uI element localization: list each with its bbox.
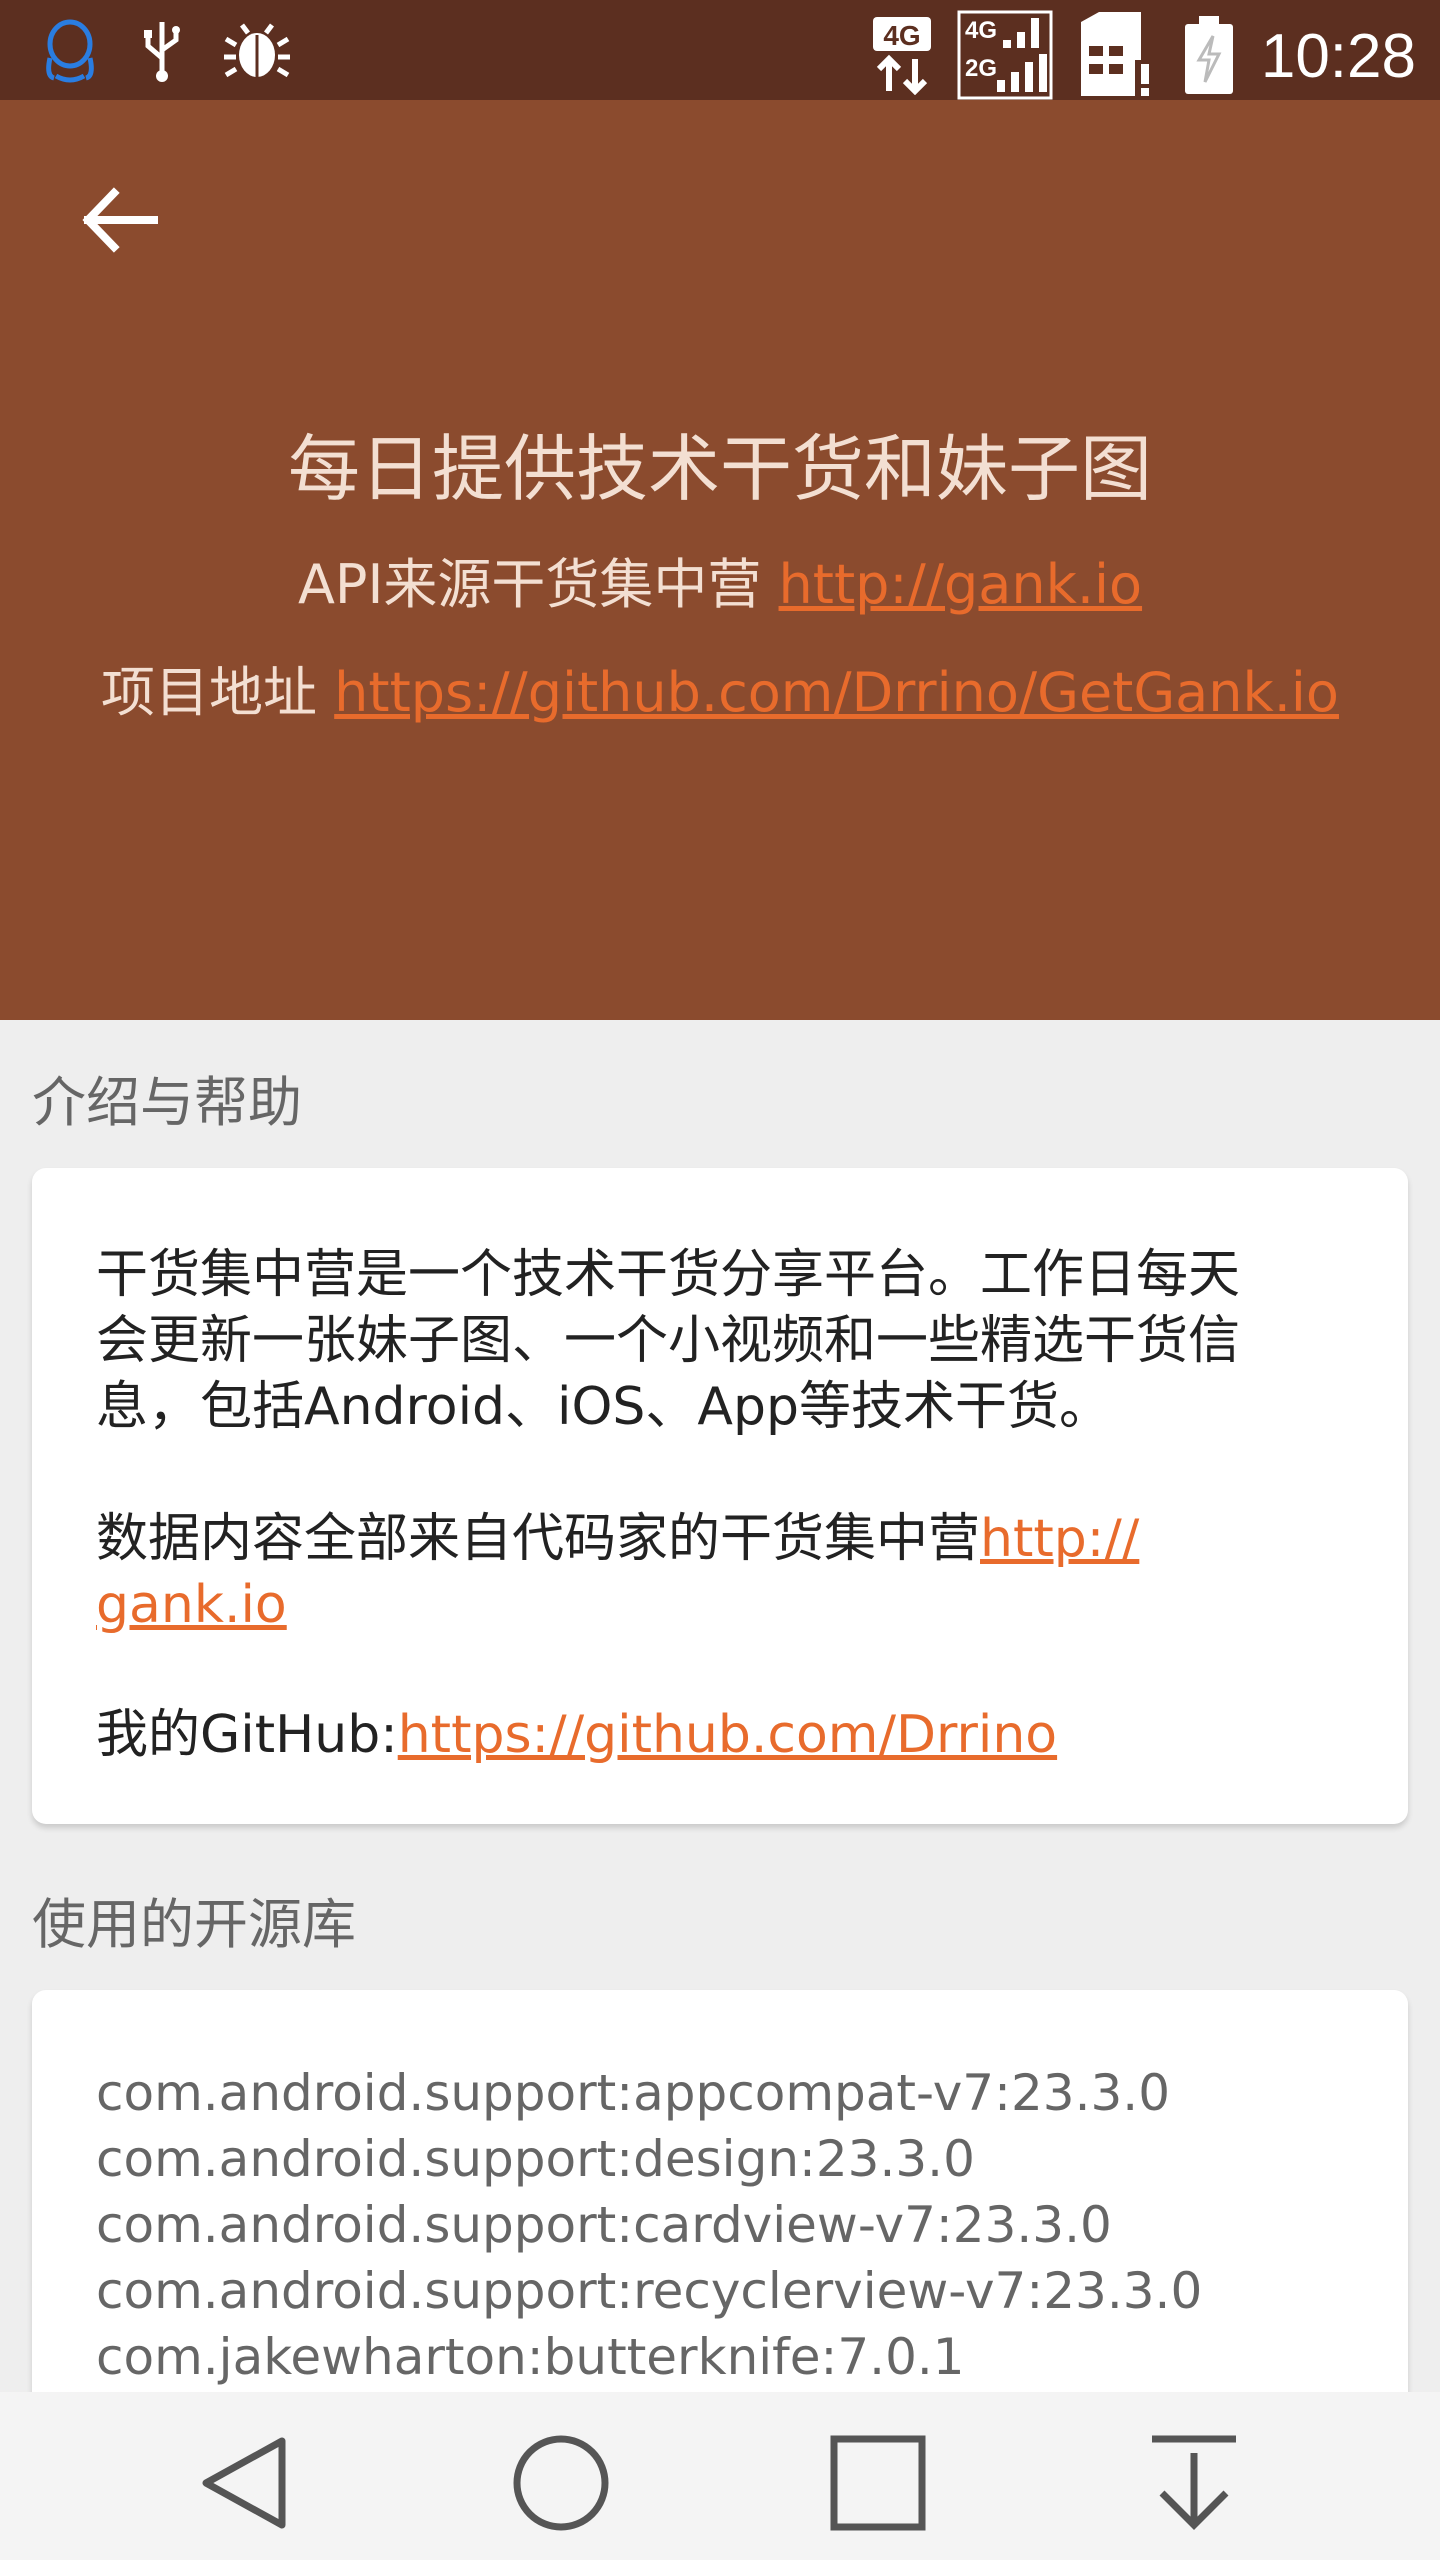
4g-data-icon: 4G (871, 15, 933, 99)
status-bar: 4G 4G 2G 10:28 (0, 0, 1440, 100)
signal-4g-2g-icon: 4G 2G (957, 10, 1053, 104)
data-source-text: 数据内容全部来自代码家的干货集中营 (96, 1509, 981, 1569)
library-item: com.android.support:design:23.3.0 (96, 2130, 975, 2188)
github-paragraph: 我的GitHub:https://github.com/Drrino (96, 1702, 1344, 1768)
api-source-label: API来源干货集中营 (297, 553, 779, 616)
status-icons-left (40, 18, 290, 88)
libraries-section-title: 使用的开源库 (32, 1893, 356, 1956)
header-banner: 每日提供技术干货和妹子图 API来源干货集中营 http://gank.io 项… (0, 100, 1440, 1020)
github-label: 我的GitHub: (96, 1705, 398, 1765)
nav-recents-button[interactable] (818, 2428, 938, 2538)
usb-icon (140, 18, 184, 88)
battery-charging-icon (1181, 14, 1237, 100)
back-arrow-icon (82, 187, 158, 253)
libraries-list: com.android.support:appcompat-v7:23.3.0 … (96, 2060, 1202, 2390)
debug-bug-icon (224, 21, 290, 85)
library-item: com.android.support:cardview-v7:23.3.0 (96, 2196, 1112, 2254)
libraries-card: com.android.support:appcompat-v7:23.3.0 … (32, 1990, 1408, 2450)
navigation-bar (0, 2392, 1440, 2560)
status-icons-right: 4G 4G 2G 10:28 (871, 10, 1416, 104)
home-circle-icon (513, 2435, 609, 2531)
intro-paragraph: 干货集中营是一个技术干货分享平台。工作日每天 会更新一张妹子图、一个小视频和一些… (96, 1242, 1344, 1440)
sim-alert-icon (1077, 10, 1157, 104)
library-item: com.jakewharton:butterknife:7.0.1 (96, 2328, 965, 2386)
data-source-paragraph: 数据内容全部来自代码家的干货集中营http:// gank.io (96, 1506, 1344, 1638)
project-address-line: 项目地址 https://github.com/Drrino/GetGank.i… (0, 648, 1440, 727)
signal-4g-label: 4G (965, 17, 997, 44)
library-item: com.android.support:recyclerview-v7:23.3… (96, 2262, 1203, 2320)
project-address-link[interactable]: https://github.com/Drrino/GetGank.io (334, 661, 1339, 724)
download-arrow-icon (1152, 2435, 1236, 2530)
recents-square-icon (830, 2435, 926, 2531)
intro-line-1: 干货集中营是一个技术干货分享平台。工作日每天 (96, 1245, 1241, 1305)
status-time: 10:28 (1260, 22, 1416, 91)
net-4g-label: 4G (883, 20, 920, 51)
api-source-link[interactable]: http://gank.io (779, 553, 1143, 616)
data-source-link-part2[interactable]: gank.io (96, 1575, 287, 1635)
nav-back-button[interactable] (186, 2428, 306, 2538)
library-item: com.android.support:appcompat-v7:23.3.0 (96, 2064, 1170, 2122)
intro-section-title: 介绍与帮助 (32, 1071, 302, 1134)
signal-2g-label: 2G (965, 55, 997, 82)
nav-download-button[interactable] (1134, 2428, 1254, 2538)
data-source-link-part1[interactable]: http:// (980, 1509, 1139, 1569)
api-source-line: API来源干货集中营 http://gank.io (0, 540, 1440, 619)
intro-card: 干货集中营是一个技术干货分享平台。工作日每天 会更新一张妹子图、一个小视频和一些… (32, 1168, 1408, 1824)
project-address-label: 项目地址 (101, 661, 335, 724)
nav-home-button[interactable] (501, 2428, 621, 2538)
header-title: 每日提供技术干货和妹子图 (287, 427, 1152, 511)
intro-line-3: 息，包括Android、iOS、App等技术干货。 (96, 1377, 1112, 1437)
back-button[interactable] (70, 170, 170, 270)
back-triangle-icon (202, 2437, 286, 2529)
qq-icon (40, 18, 100, 88)
intro-line-2: 会更新一张妹子图、一个小视频和一些精选干货信 (96, 1311, 1241, 1371)
github-link[interactable]: https://github.com/Drrino (398, 1705, 1057, 1765)
